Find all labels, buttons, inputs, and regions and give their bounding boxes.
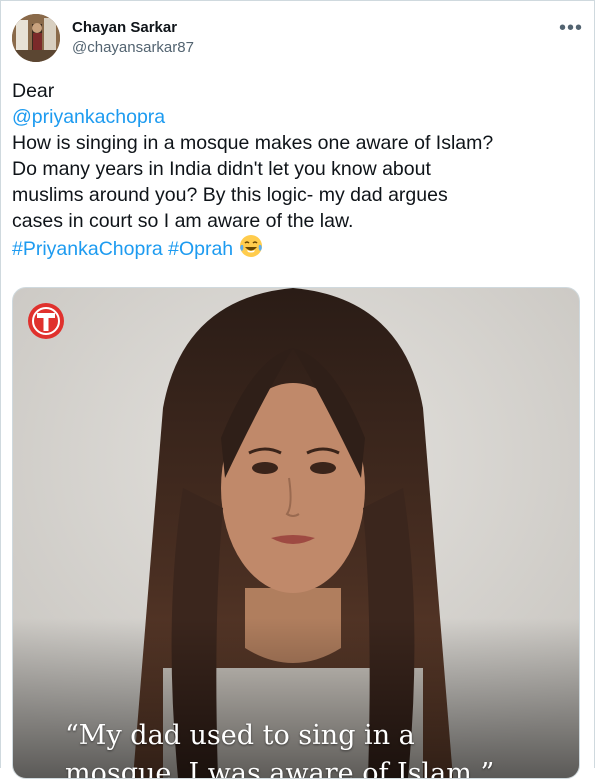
- salutation: Dear: [12, 80, 55, 102]
- tweet-body: Dear @priyankachopra How is singing in a…: [12, 78, 587, 265]
- avatar[interactable]: [12, 14, 60, 62]
- quote-line-2: mosque. I was aware of Islam.”: [65, 758, 495, 779]
- hashtag-oprah[interactable]: #Oprah: [168, 238, 233, 260]
- quote-line-1: “My dad used to sing in a: [65, 720, 415, 751]
- tweet-line: Do many years in India didn't let you kn…: [12, 158, 431, 180]
- tweet-image[interactable]: “My dad used to sing in a mosque. I was …: [12, 287, 580, 779]
- author-display-name[interactable]: Chayan Sarkar: [72, 18, 194, 38]
- tweet-line: cases in court so I am aware of the law.: [12, 210, 354, 232]
- author-handle[interactable]: @chayansarkar87: [72, 38, 194, 58]
- tweet-line: How is singing in a mosque makes one awa…: [12, 132, 494, 154]
- tweet-line: muslims around you? By this logic- my da…: [12, 184, 448, 206]
- hashtag-priyankachopra[interactable]: #PriyankaChopra: [12, 238, 163, 260]
- t-channel-logo-icon: [28, 303, 64, 339]
- portrait-photo: [13, 288, 579, 778]
- mention-link[interactable]: @priyankachopra: [12, 104, 587, 130]
- more-options-icon[interactable]: •••: [557, 18, 585, 40]
- laughing-with-tears-emoji-icon: [239, 234, 263, 265]
- profile-photo-icon: [12, 14, 60, 62]
- tweet-header: Chayan Sarkar @chayansarkar87 •••: [12, 12, 585, 64]
